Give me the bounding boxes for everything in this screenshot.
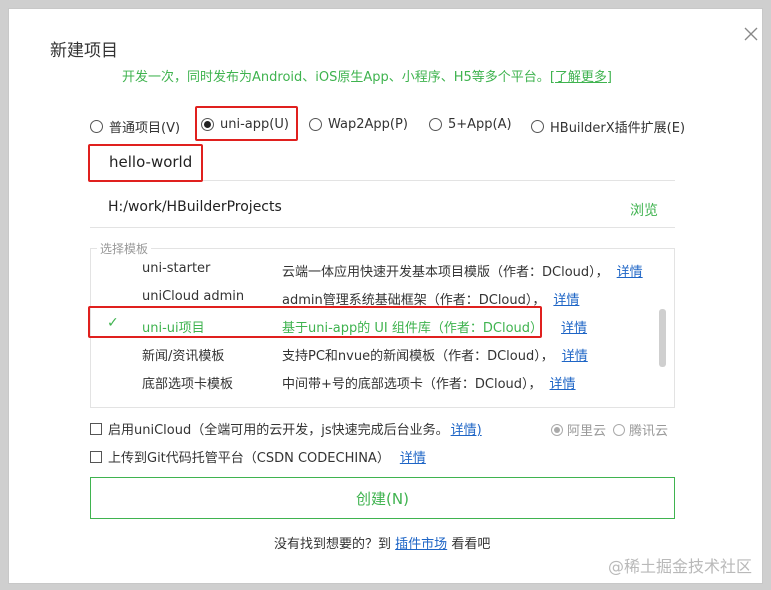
highlight-box-project-name [88,144,203,182]
radio-tencent-cloud[interactable]: 腾讯云 [613,420,668,439]
learn-more-link[interactable]: [了解更多] [550,70,612,85]
template-detail-link[interactable]: 详情 [561,321,587,336]
template-scrollbar[interactable] [659,309,666,367]
git-detail-link[interactable]: 详情 [400,447,426,466]
radio-circle-selected [551,423,563,436]
template-legend: 选择模板 [97,240,152,257]
radio-normal-project[interactable]: 普通项目(V) [90,117,180,136]
unicloud-detail-link[interactable]: 详情) [451,419,482,438]
template-item-uni-starter[interactable]: uni-starter 云端一体应用快速开发基本项目模版（作者：DCloud），… [91,255,651,283]
template-desc-text: 云端一体应用快速开发基本项目模版（作者：DCloud）， [282,265,609,280]
footer-suffix: 看看吧 [451,537,491,552]
radio-label: HBuilderX插件扩展(E) [550,121,686,136]
radio-wap2app[interactable]: Wap2App(P) [309,117,408,132]
template-item-news[interactable]: 新闻/资讯模板 支持PC和nvue的新闻模板（作者：DCloud）， 详情 [91,339,651,367]
footer-prefix: 没有找到想要的？到 [274,537,392,552]
template-detail-link[interactable]: 详情 [562,349,588,364]
template-desc: 云端一体应用快速开发基本项目模版（作者：DCloud）， 详情 [282,261,643,280]
dialog-subtitle: 开发一次，同时发布为Android、iOS原生App、小程序、H5等多个平台。[… [122,66,612,85]
radio-label: 腾讯云 [629,424,669,439]
subtitle-text: 开发一次，同时发布为Android、iOS原生App、小程序、H5等多个平台。 [122,70,550,85]
template-name: 新闻/资讯模板 [142,349,225,364]
template-detail-link[interactable]: 详情 [617,265,643,280]
template-desc: 中间带+号的底部选项卡（作者：DCloud）， 详情 [282,373,576,392]
radio-circle [613,423,625,436]
watermark: @稀土掘金技术社区 [608,557,753,576]
radio-circle [90,120,103,133]
checkbox-box [90,422,102,435]
template-name: 底部选项卡模板 [142,377,234,392]
radio-label: 普通项目(V) [109,121,181,136]
template-detail-link[interactable]: 详情 [553,293,579,308]
radio-circle [429,118,442,131]
dialog-title: 新建项目 [50,41,118,61]
unicloud-label: 启用uniCloud（全端可用的云开发，js快速完成后台业务。 [108,423,449,438]
project-location-input[interactable]: H:/work/HBuilderProjects [108,199,282,215]
radio-circle [309,118,322,131]
close-icon[interactable] [742,25,760,43]
git-label: 上传到Git代码托管平台（CSDN CODECHINA） [108,451,390,466]
radio-label: 阿里云 [567,424,607,439]
template-name: uniCloud admin [142,289,245,304]
checkbox-box [90,450,102,463]
template-name: uni-starter [142,261,211,276]
template-detail-link[interactable]: 详情 [550,377,576,392]
radio-hbuilderx-plugin[interactable]: HBuilderX插件扩展(E) [531,117,685,136]
template-item-tabbar[interactable]: 底部选项卡模板 中间带+号的底部选项卡（作者：DCloud）， 详情 [91,367,651,395]
upload-git-checkbox[interactable]: 上传到Git代码托管平台（CSDN CODECHINA） 详情 [90,447,426,466]
create-button[interactable]: 创建(N) [90,477,675,519]
radio-label: 5+App(A) [448,117,512,132]
radio-aliyun[interactable]: 阿里云 [551,420,606,439]
browse-button[interactable]: 浏览 [630,200,658,220]
radio-5plus-app[interactable]: 5+App(A) [429,117,512,132]
plugin-market-link[interactable]: 插件市场 [395,537,447,552]
footer-hint: 没有找到想要的？到 插件市场 看看吧 [274,533,490,552]
radio-circle [531,120,544,133]
radio-label: Wap2App(P) [328,117,408,132]
template-desc: 支持PC和nvue的新闻模板（作者：DCloud）， 详情 [282,345,588,364]
highlight-box-uni-app [195,106,298,141]
template-desc-text: 中间带+号的底部选项卡（作者：DCloud）， [282,377,542,392]
enable-unicloud-checkbox[interactable]: 启用uniCloud（全端可用的云开发，js快速完成后台业务。 详情) [90,419,482,438]
template-desc-text: 支持PC和nvue的新闻模板（作者：DCloud）， [282,349,554,364]
highlight-box-uni-ui [88,306,542,338]
